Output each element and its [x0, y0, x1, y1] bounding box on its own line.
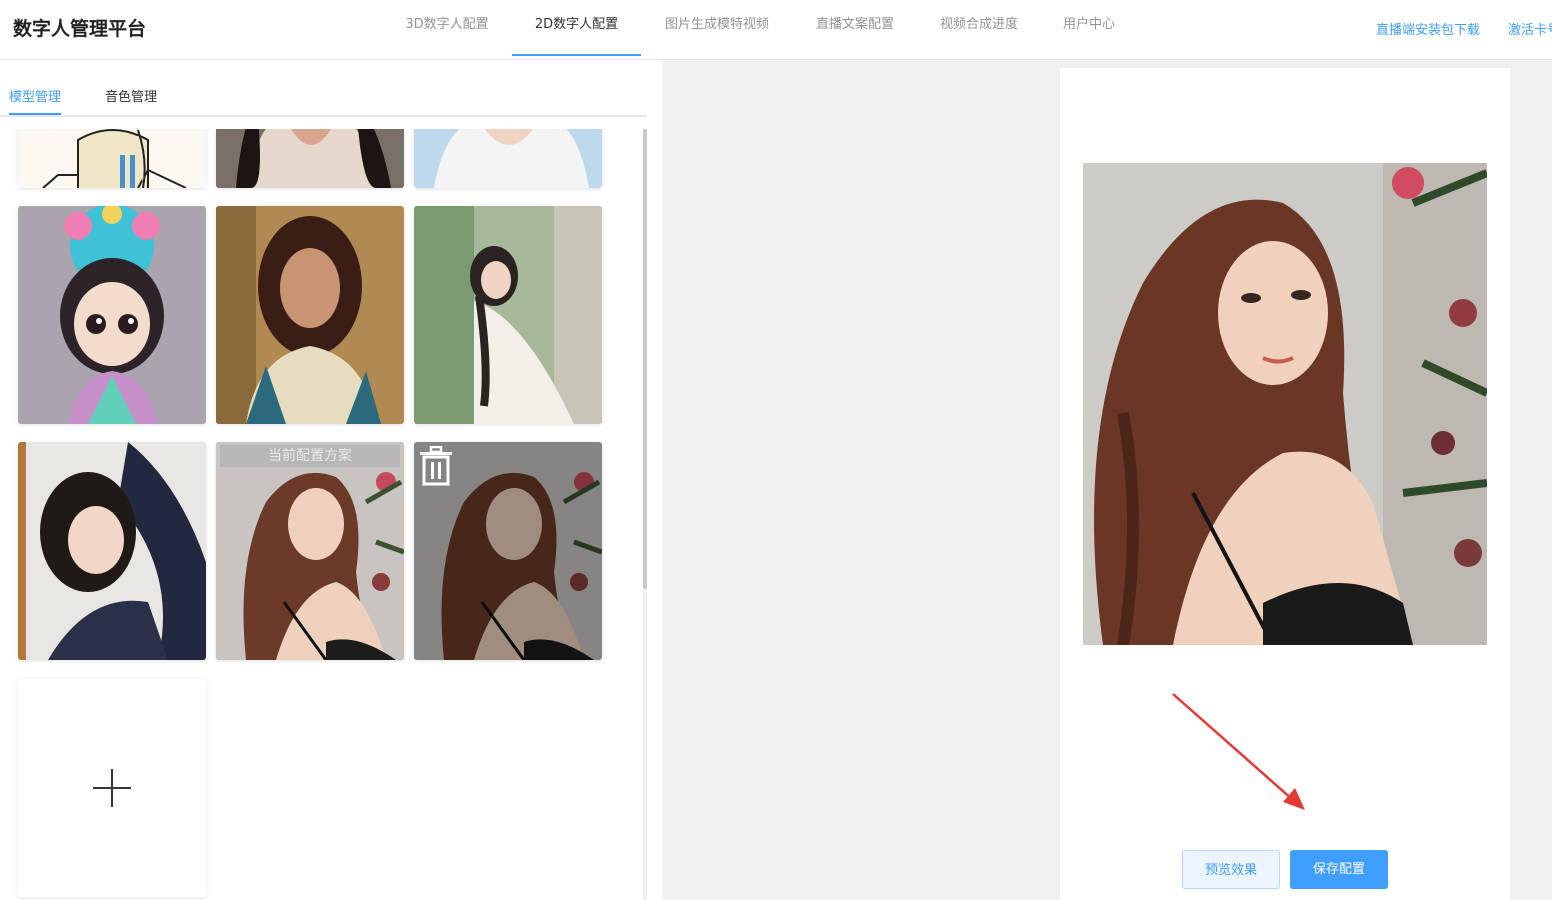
model-card-selected[interactable]: 当前配置方案 — [216, 442, 404, 660]
preview-button[interactable]: 预览效果 — [1182, 850, 1280, 889]
model-panel: 模型管理 音色管理 当前配置方案 — [0, 60, 663, 900]
nav-2d-config[interactable]: 2D数字人配置 — [512, 0, 641, 56]
save-config-button[interactable]: 保存配置 — [1290, 850, 1388, 889]
model-card[interactable] — [216, 129, 404, 188]
plus-icon — [93, 769, 131, 807]
woman-outdoor-image — [414, 206, 602, 424]
top-header: 数字人管理平台 3D数字人配置 2D数字人配置 图片生成模特视频 直播文案配置 … — [0, 0, 1552, 60]
tab-bar: 模型管理 音色管理 — [0, 60, 647, 117]
nav-3d-config[interactable]: 3D数字人配置 — [392, 0, 502, 54]
preview-area: 预览效果 保存配置 — [663, 60, 1552, 900]
nav-video-progress[interactable]: 视频合成进度 — [927, 0, 1031, 54]
model-card[interactable] — [18, 129, 206, 188]
model-card[interactable] — [414, 206, 602, 424]
nav-live-script[interactable]: 直播文案配置 — [803, 0, 907, 54]
model-card[interactable] — [18, 206, 206, 424]
model-card[interactable] — [18, 442, 206, 660]
woman-dark-hair-image — [216, 129, 404, 188]
nav-user-center[interactable]: 用户中心 — [1051, 0, 1127, 54]
model-card-hover[interactable] — [414, 442, 602, 660]
current-config-label: 当前配置方案 — [220, 445, 400, 467]
nav-image-to-video[interactable]: 图片生成模特视频 — [651, 0, 783, 54]
painted-woman-image — [216, 206, 404, 424]
model-card[interactable] — [216, 206, 404, 424]
woman-lying-image — [18, 442, 206, 660]
preview-image — [1083, 163, 1487, 645]
woman-wavy-hair-image — [216, 442, 404, 660]
add-model-card[interactable] — [18, 679, 206, 897]
model-card[interactable] — [414, 129, 602, 188]
app-title: 数字人管理平台 — [13, 18, 147, 40]
tab-voice-management[interactable]: 音色管理 — [105, 86, 157, 113]
chibi-girl-image — [18, 206, 206, 424]
preview-panel: 预览效果 保存配置 — [1060, 68, 1510, 900]
activate-link[interactable]: 激活卡号 — [1508, 19, 1552, 38]
woman-white-top-image — [414, 129, 602, 188]
cartoon-girl-image — [18, 129, 206, 188]
trash-icon[interactable] — [418, 446, 454, 486]
preview-portrait — [1083, 163, 1487, 645]
scrollbar-thumb[interactable] — [643, 129, 647, 589]
red-arrow-annotation — [1172, 693, 1305, 810]
download-link[interactable]: 直播端安装包下载 — [1376, 19, 1480, 38]
tab-model-management[interactable]: 模型管理 — [9, 86, 62, 115]
